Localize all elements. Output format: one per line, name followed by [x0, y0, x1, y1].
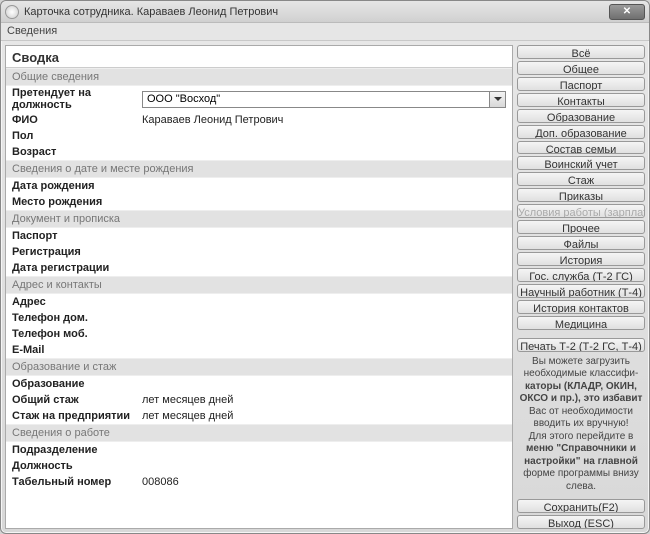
label-tabnum: Табельный номер	[12, 476, 142, 488]
main-panel: Сводка Общие сведения Претендует на долж…	[5, 45, 513, 529]
info-l5: Вас от необходимости	[529, 406, 633, 417]
label-address: Адрес	[12, 296, 142, 308]
main-header: Сводка	[6, 46, 512, 68]
label-education: Образование	[12, 378, 142, 390]
row-birthdate: Дата рождения	[6, 178, 512, 194]
chevron-down-icon	[494, 95, 502, 103]
label-sex: Пол	[12, 130, 142, 142]
side-family-button[interactable]: Состав семьи	[517, 141, 645, 155]
side-scientific-button[interactable]: Научный работник (Т-4)	[517, 284, 645, 298]
app-icon	[5, 5, 19, 19]
side-general-button[interactable]: Общее	[517, 61, 645, 75]
info-l2: необходимые классифи-	[524, 368, 639, 379]
label-fio: ФИО	[12, 114, 142, 126]
exit-button[interactable]: Выход (ESC)	[517, 515, 645, 529]
row-age: Возраст	[6, 144, 512, 160]
fields-container: Общие сведения Претендует на должность О…	[6, 68, 512, 528]
window: Карточка сотрудника. Караваев Леонид Пет…	[0, 0, 650, 534]
row-fio: ФИО Караваев Леонид Петрович	[6, 112, 512, 128]
value-total-exp: лет месяцев дней	[142, 394, 506, 406]
section-contacts: Адрес и контакты	[6, 276, 512, 294]
info-l8: меню "Справочники и	[526, 443, 636, 454]
row-position: Претендует на должность ООО "Восход"	[6, 86, 512, 112]
window-body: Сводка Общие сведения Претендует на долж…	[1, 41, 649, 533]
label-regdate: Дата регистрации	[12, 262, 142, 274]
side-contacts-button[interactable]: Контакты	[517, 93, 645, 107]
window-title: Карточка сотрудника. Караваев Леонид Пет…	[24, 6, 609, 18]
side-panel: Всё Общее Паспорт Контакты Образование Д…	[517, 45, 645, 529]
row-regdate: Дата регистрации	[6, 260, 512, 276]
info-text: Вы можете загрузить необходимые классифи…	[517, 354, 645, 496]
section-documents: Документ и прописка	[6, 210, 512, 228]
side-medicine-button[interactable]: Медицина	[517, 316, 645, 330]
side-orders-button[interactable]: Приказы	[517, 188, 645, 202]
row-address: Адрес	[6, 294, 512, 310]
row-education: Образование	[6, 376, 512, 392]
label-position: Претендует на должность	[12, 87, 142, 111]
row-email: E-Mail	[6, 342, 512, 358]
row-company-exp: Стаж на предприятии лет месяцев дней	[6, 408, 512, 424]
info-l6: вводить их вручную!	[534, 418, 629, 429]
row-registration: Регистрация	[6, 244, 512, 260]
side-contact-history-button[interactable]: История контактов	[517, 300, 645, 314]
info-l1: Вы можете загрузить	[532, 356, 630, 367]
label-passport: Паспорт	[12, 230, 142, 242]
titlebar: Карточка сотрудника. Караваев Леонид Пет…	[1, 1, 649, 23]
info-l4: ОКСО и пр.), это избавит	[520, 393, 643, 404]
label-phone-mob: Телефон моб.	[12, 328, 142, 340]
row-birthplace: Место рождения	[6, 194, 512, 210]
value-tabnum: 008086	[142, 476, 506, 488]
close-icon: ✕	[623, 6, 631, 17]
side-extra-education-button[interactable]: Доп. образование	[517, 125, 645, 139]
row-department: Подразделение	[6, 442, 512, 458]
close-button[interactable]: ✕	[609, 4, 645, 20]
label-department: Подразделение	[12, 444, 142, 456]
info-l9: настройки" на главной	[524, 456, 638, 467]
position-value: ООО "Восход"	[143, 93, 489, 105]
side-passport-button[interactable]: Паспорт	[517, 77, 645, 91]
row-phone-mob: Телефон моб.	[6, 326, 512, 342]
menubar: Сведения	[1, 23, 649, 41]
side-salary-button: Условия работы (зарплата)	[517, 204, 645, 218]
value-fio: Караваев Леонид Петрович	[142, 114, 506, 126]
row-phone-home: Телефон дом.	[6, 310, 512, 326]
position-dropdown[interactable]: ООО "Восход"	[142, 91, 506, 108]
side-military-button[interactable]: Воинский учет	[517, 156, 645, 170]
label-age: Возраст	[12, 146, 142, 158]
label-company-exp: Стаж на предприятии	[12, 410, 142, 422]
row-tabnum: Табельный номер 008086	[6, 474, 512, 490]
label-birthplace: Место рождения	[12, 196, 142, 208]
row-sex: Пол	[6, 128, 512, 144]
info-l10: форме программы внизу	[523, 468, 638, 479]
label-birthdate: Дата рождения	[12, 180, 142, 192]
section-work: Сведения о работе	[6, 424, 512, 442]
section-general: Общие сведения	[6, 68, 512, 86]
label-registration: Регистрация	[12, 246, 142, 258]
side-experience-button[interactable]: Стаж	[517, 172, 645, 186]
section-birth: Сведения о дате и месте рождения	[6, 160, 512, 178]
label-email: E-Mail	[12, 344, 142, 356]
label-job: Должность	[12, 460, 142, 472]
info-l11: слева.	[566, 481, 596, 492]
side-other-button[interactable]: Прочее	[517, 220, 645, 234]
menu-item-info[interactable]: Сведения	[7, 25, 57, 37]
dropdown-arrow-button[interactable]	[489, 92, 505, 107]
row-job: Должность	[6, 458, 512, 474]
side-files-button[interactable]: Файлы	[517, 236, 645, 250]
section-education: Образование и стаж	[6, 358, 512, 376]
row-total-exp: Общий стаж лет месяцев дней	[6, 392, 512, 408]
side-history-button[interactable]: История	[517, 252, 645, 266]
print-button[interactable]: Печать Т-2 (Т-2 ГС, Т-4)	[517, 338, 645, 352]
save-button[interactable]: Сохранить(F2)	[517, 499, 645, 513]
side-all-button[interactable]: Всё	[517, 45, 645, 59]
info-l3: каторы (КЛАДР, ОКИН,	[525, 381, 637, 392]
info-l7: Для этого перейдите в	[529, 431, 634, 442]
label-total-exp: Общий стаж	[12, 394, 142, 406]
row-passport: Паспорт	[6, 228, 512, 244]
side-gov-service-button[interactable]: Гос. служба (Т-2 ГС)	[517, 268, 645, 282]
label-phone-home: Телефон дом.	[12, 312, 142, 324]
value-company-exp: лет месяцев дней	[142, 410, 506, 422]
side-education-button[interactable]: Образование	[517, 109, 645, 123]
